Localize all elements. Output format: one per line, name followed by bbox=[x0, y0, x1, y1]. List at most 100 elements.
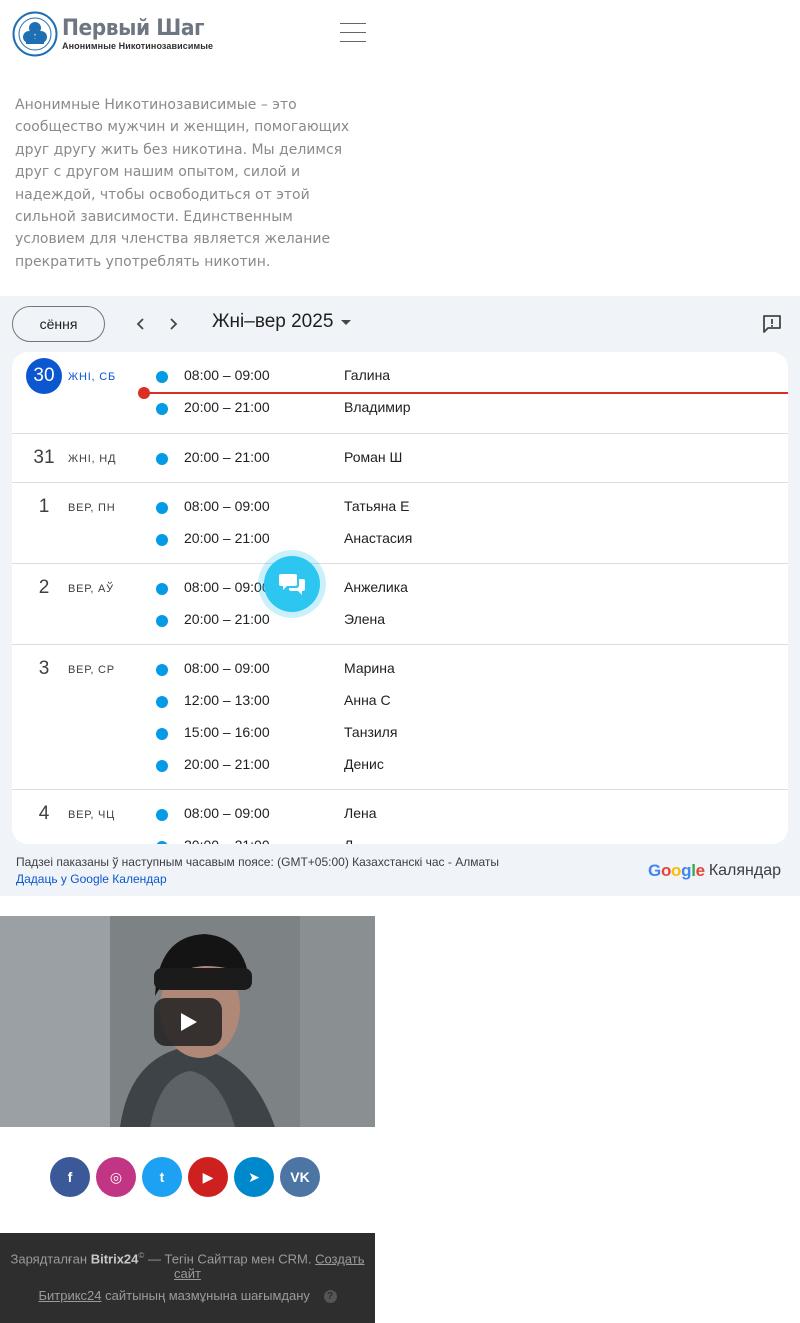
event-title: Анжелика bbox=[344, 579, 408, 595]
calendar-event[interactable]: 20:00 – 21:00 Денис bbox=[12, 749, 788, 781]
intro-text: Анонимные Никотинозависимые – это сообще… bbox=[15, 97, 350, 270]
event-title: Л... bbox=[344, 837, 365, 844]
event-color-dot bbox=[156, 403, 168, 415]
event-title: Элена bbox=[344, 611, 386, 627]
logo-emblem-icon bbox=[12, 11, 58, 57]
google-logo: Google bbox=[648, 861, 705, 880]
event-time: 08:00 – 09:00 bbox=[184, 805, 270, 821]
instagram-icon[interactable]: ◎ bbox=[96, 1157, 136, 1197]
agenda-day: 31 жні, нд 20:00 – 21:00 Роман Ш bbox=[12, 434, 788, 483]
powered-prefix: Зарядталған bbox=[10, 1251, 88, 1267]
agenda-day: 30 жні, сб 08:00 – 09:00 Галина 20:00 – 21:0… bbox=[12, 352, 788, 434]
event-color-dot bbox=[156, 809, 168, 821]
event-time: 15:00 – 16:00 bbox=[184, 724, 270, 740]
video-player[interactable] bbox=[0, 916, 375, 1127]
agenda-day: 1 вер, пн 08:00 – 09:00 Татьяна Е 20:00 – 21… bbox=[12, 483, 788, 564]
agenda-list: 30 жні, сб 08:00 – 09:00 Галина 20:00 – 21:0… bbox=[12, 352, 788, 844]
bitrix-footer: Зарядталған Bitrix24© — Тегін Сайттар ме… bbox=[0, 1233, 375, 1323]
calendar-event[interactable]: 08:00 – 09:00 Лена bbox=[12, 798, 788, 830]
event-color-dot bbox=[156, 615, 168, 627]
calendar-event[interactable]: 20:00 – 21:00 Анастасия bbox=[12, 523, 788, 555]
calendar-event[interactable]: 08:00 – 09:00 Татьяна Е bbox=[12, 491, 788, 523]
play-button-icon[interactable] bbox=[154, 998, 222, 1046]
google-calendar-embed: сёння Жні–вер 2025 30 жні, сб 08:00 – 09:0… bbox=[0, 296, 800, 896]
calendar-toolbar: сёння Жні–вер 2025 bbox=[0, 296, 800, 352]
event-title: Лена bbox=[344, 805, 377, 821]
calendar-event[interactable]: 20:00 – 21:00 Элена bbox=[12, 604, 788, 636]
event-color-dot bbox=[156, 583, 168, 595]
calendar-event[interactable]: 08:00 – 09:00 Анжелика bbox=[12, 572, 788, 604]
youtube-icon[interactable]: ▶ bbox=[188, 1157, 228, 1197]
event-title: Татьяна Е bbox=[344, 498, 410, 514]
event-time: 08:00 – 09:00 bbox=[184, 367, 270, 383]
calendar-event[interactable]: 20:00 – 21:00 Владимир bbox=[12, 392, 788, 424]
event-time: 20:00 – 21:00 bbox=[184, 530, 270, 546]
month-label: Жні–вер 2025 bbox=[212, 311, 334, 332]
telegram-icon[interactable]: ➤ bbox=[234, 1157, 274, 1197]
calendar-event[interactable]: 20:00 – 21:00 Л... bbox=[12, 830, 788, 844]
event-color-dot bbox=[156, 760, 168, 772]
add-to-google-calendar-link[interactable]: Дадаць у Google Календар bbox=[16, 871, 636, 888]
event-time: 08:00 – 09:00 bbox=[184, 579, 270, 595]
bitrix-brand: Bitrix24 bbox=[90, 1251, 139, 1267]
google-calendar-brand[interactable]: Google Каляндар bbox=[648, 861, 781, 881]
current-time-line bbox=[140, 392, 788, 394]
agenda-day: 2 вер, аў 08:00 – 09:00 Анжелика 20:00 – 21:… bbox=[12, 564, 788, 645]
calendar-event[interactable]: 20:00 – 21:00 Роман Ш bbox=[12, 442, 788, 474]
event-time: 20:00 – 21:00 bbox=[184, 449, 270, 465]
powered-middle: — Тегін Сайттар мен CRM. bbox=[147, 1251, 312, 1267]
event-color-dot bbox=[156, 371, 168, 383]
facebook-icon[interactable]: f bbox=[50, 1157, 90, 1197]
caret-down-icon bbox=[341, 319, 352, 325]
event-title: Роман Ш bbox=[344, 449, 403, 465]
vk-icon[interactable]: VK bbox=[280, 1157, 320, 1197]
event-time: 20:00 – 21:00 bbox=[184, 399, 270, 415]
calendar-event[interactable]: 15:00 – 16:00 Танзиля bbox=[12, 717, 788, 749]
event-color-dot bbox=[156, 728, 168, 740]
calendar-event[interactable]: 08:00 – 09:00 Галина bbox=[12, 360, 788, 392]
report-bitrix-link[interactable]: Битрикс24 bbox=[38, 1288, 101, 1303]
site-logo[interactable]: Первый Шаг Анонимные Никотинозависимые bbox=[12, 11, 217, 57]
current-time-dot bbox=[138, 387, 150, 399]
agenda-day: 3 вер, ср 08:00 – 09:00 Марина 12:00 – 13:00… bbox=[12, 645, 788, 790]
event-title: Галина bbox=[344, 367, 391, 383]
chevron-right-icon[interactable] bbox=[161, 312, 185, 336]
help-icon[interactable]: ? bbox=[323, 1290, 337, 1304]
social-links: f ◎ t ▶ ➤ VK bbox=[50, 1157, 326, 1197]
calendar-event[interactable]: 12:00 – 13:00 Анна С bbox=[12, 685, 788, 717]
menu-hamburger-icon[interactable] bbox=[340, 23, 366, 43]
calendar-footer: Падзеі паказаны ў наступным часавым пояс… bbox=[16, 854, 636, 888]
chevron-left-icon[interactable] bbox=[129, 312, 153, 336]
event-color-dot bbox=[156, 534, 168, 546]
twitter-icon[interactable]: t bbox=[142, 1157, 182, 1197]
event-time: 20:00 – 21:00 bbox=[184, 756, 270, 772]
event-title: Владимир bbox=[344, 399, 411, 415]
chat-widget-button[interactable] bbox=[258, 550, 326, 618]
chat-bubbles-icon bbox=[279, 574, 305, 595]
event-color-dot bbox=[156, 502, 168, 514]
agenda-day: 4вер, чц08:00 – 09:00Лена20:00 – 21:00Л.… bbox=[12, 790, 788, 844]
event-color-dot bbox=[156, 696, 168, 708]
timezone-note: Падзеі паказаны ў наступным часавым пояс… bbox=[16, 855, 500, 869]
feedback-icon[interactable] bbox=[762, 314, 782, 334]
event-color-dot bbox=[156, 453, 168, 465]
report-text: сайтының мазмұнына шағымдану bbox=[105, 1288, 310, 1303]
event-time: 12:00 – 13:00 bbox=[184, 692, 270, 708]
logo-title: Первый Шаг bbox=[62, 16, 205, 41]
event-time: 20:00 – 21:00 bbox=[184, 837, 270, 844]
event-title: Марина bbox=[344, 660, 395, 676]
event-title: Анна С bbox=[344, 692, 391, 708]
event-color-dot bbox=[156, 664, 168, 676]
month-selector[interactable]: Жні–вер 2025 bbox=[212, 311, 352, 333]
event-time: 20:00 – 21:00 bbox=[184, 611, 270, 627]
logo-subtitle: Анонимные Никотинозависимые bbox=[62, 41, 214, 51]
event-title: Танзиля bbox=[344, 724, 398, 740]
calendar-brand-label: Каляндар bbox=[708, 862, 781, 879]
calendar-event[interactable]: 08:00 – 09:00 Марина bbox=[12, 653, 788, 685]
today-button[interactable]: сёння bbox=[12, 306, 105, 342]
event-time: 08:00 – 09:00 bbox=[184, 498, 270, 514]
event-title: Анастасия bbox=[344, 530, 413, 546]
event-title: Денис bbox=[344, 756, 384, 772]
event-time: 08:00 – 09:00 bbox=[184, 660, 270, 676]
event-color-dot bbox=[156, 841, 168, 844]
